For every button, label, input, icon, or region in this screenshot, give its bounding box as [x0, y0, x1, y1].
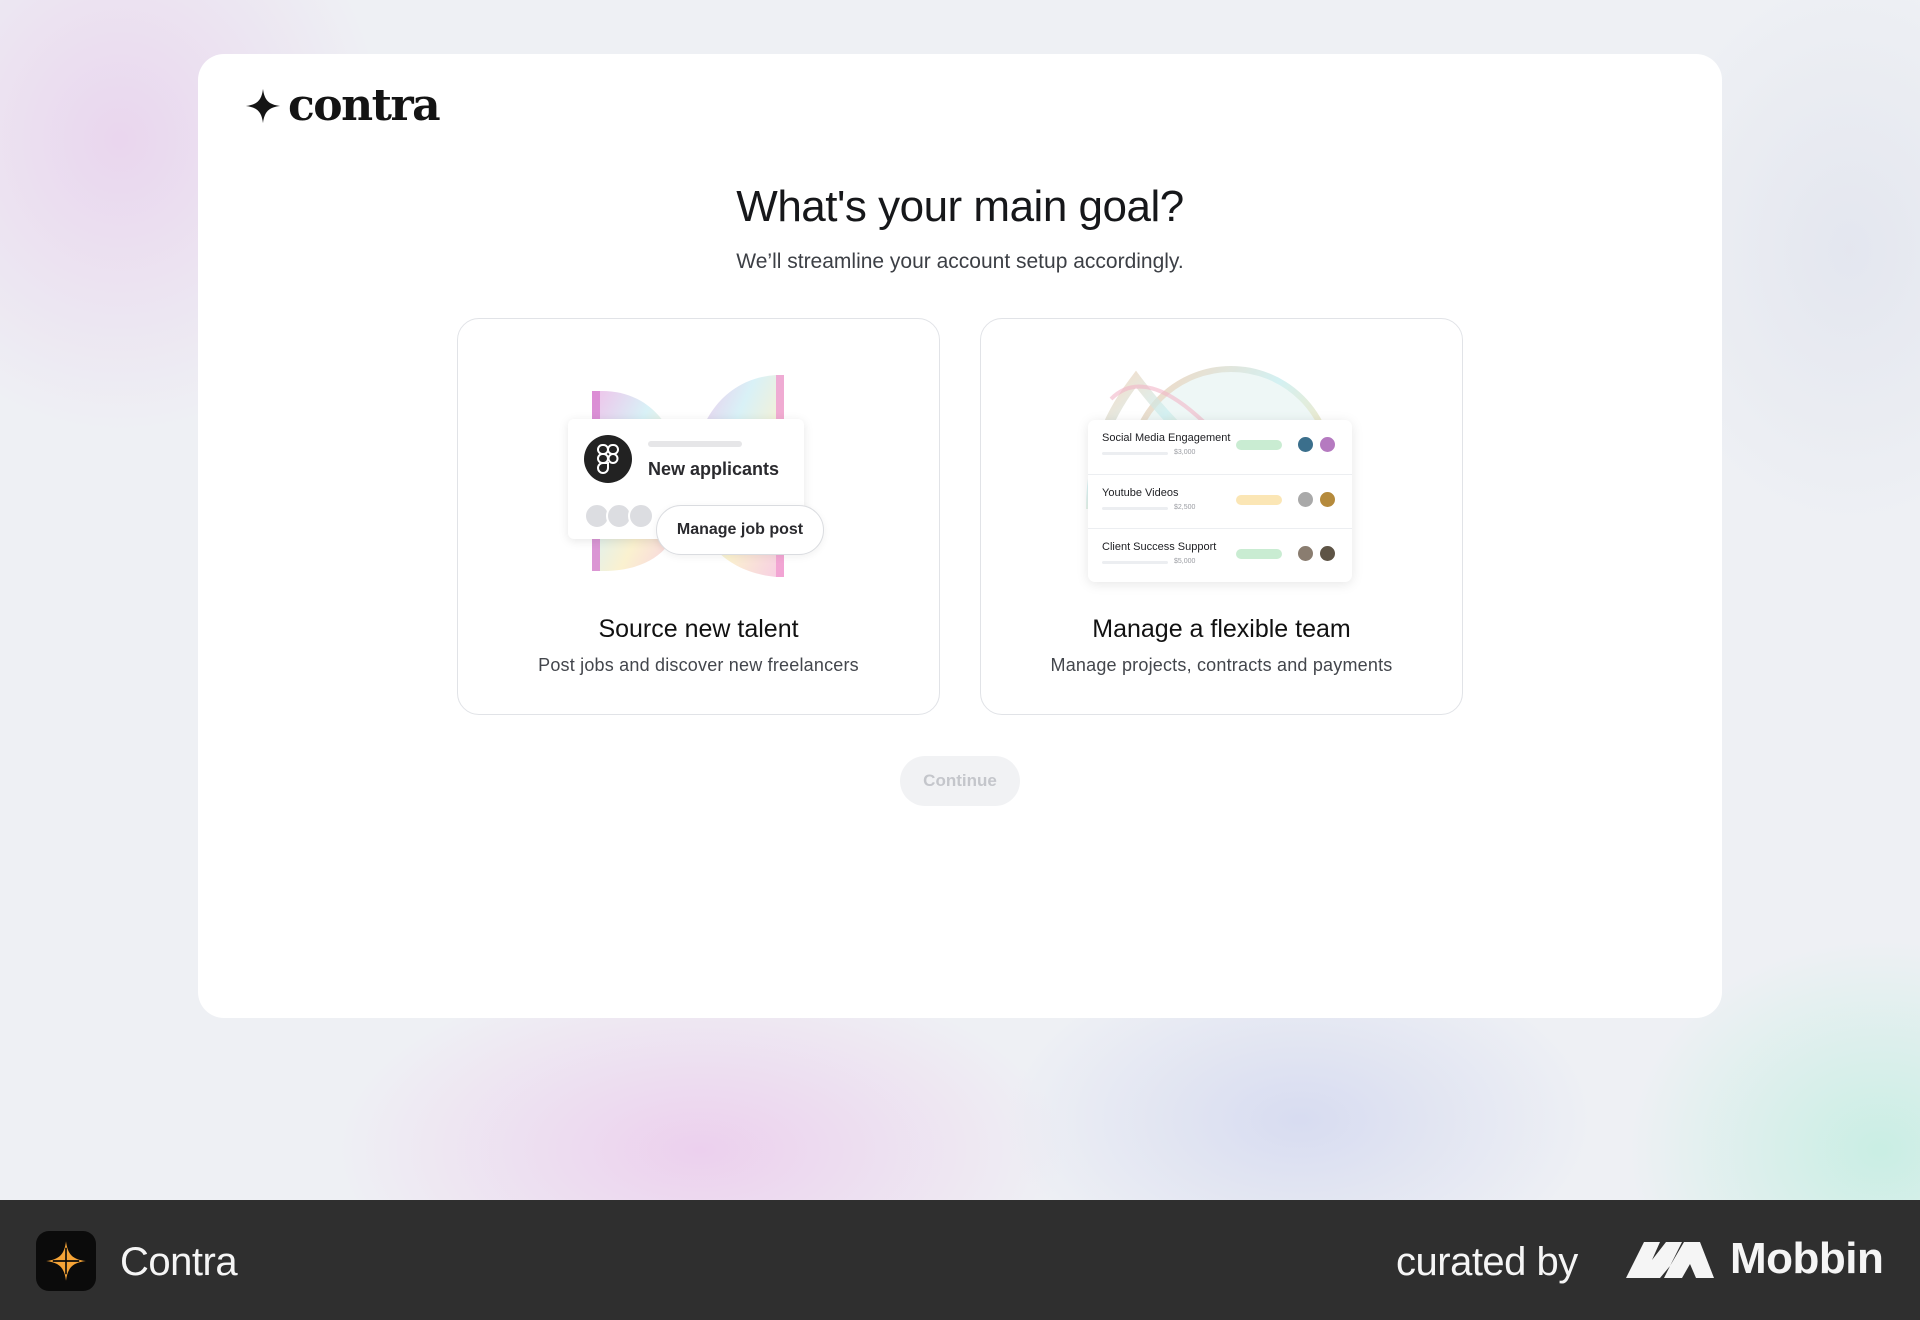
app-name: Contra — [120, 1240, 238, 1284]
onboarding-card: contra What's your main goal? We’ll stre… — [198, 54, 1722, 1018]
page-title: What's your main goal? — [736, 182, 1184, 231]
page-subtitle: We’ll streamline your account setup acco… — [736, 250, 1184, 273]
option-manage-flexible-team[interactable]: Social Media Engagement $3,000 Youtube V… — [980, 318, 1463, 715]
status-bar — [1236, 495, 1282, 505]
figma-icon — [584, 435, 632, 483]
project-amount: $5,000 — [1174, 558, 1196, 565]
manage-team-illustration: Social Media Engagement $3,000 Youtube V… — [981, 319, 1462, 609]
project-name: Client Success Support — [1102, 541, 1217, 553]
avatar — [1320, 546, 1335, 561]
project-amount: $3,000 — [1174, 449, 1196, 456]
project-row: Youtube Videos $2,500 — [1088, 474, 1352, 528]
contra-logo[interactable]: contra — [244, 80, 441, 131]
curated-by-label: curated by — [1396, 1240, 1578, 1284]
manage-job-post-pill: Manage job post — [656, 505, 824, 555]
projects-table-card: Social Media Engagement $3,000 Youtube V… — [1088, 420, 1352, 582]
avatar — [1298, 546, 1313, 561]
project-name: Youtube Videos — [1102, 487, 1179, 499]
status-bar — [1236, 440, 1282, 450]
footer-bar: Contra curated by Mobbin — [0, 1200, 1920, 1320]
placeholder-line — [1102, 561, 1168, 564]
option-description: Manage projects, contracts and payments — [1050, 655, 1393, 675]
logo-text: contra — [288, 80, 441, 131]
new-applicants-label: New applicants — [648, 459, 780, 479]
option-description: Post jobs and discover new freelancers — [538, 655, 859, 675]
source-talent-illustration: New applicants Manage job post — [458, 319, 939, 609]
project-row: Client Success Support $5,000 — [1088, 528, 1352, 582]
avatar — [1298, 492, 1313, 507]
placeholder-line — [648, 441, 742, 447]
project-name: Social Media Engagement — [1102, 432, 1231, 444]
mobbin-wordmark: Mobbin — [1730, 1234, 1884, 1283]
option-source-new-talent[interactable]: New applicants Manage job post Source ne… — [457, 318, 940, 715]
project-row: Social Media Engagement $3,000 — [1088, 420, 1352, 474]
placeholder-line — [1102, 452, 1168, 455]
placeholder-line — [1102, 507, 1168, 510]
avatar — [1320, 437, 1335, 452]
contra-app-icon — [36, 1231, 96, 1291]
option-title: Manage a flexible team — [1092, 615, 1351, 643]
avatar — [1298, 437, 1313, 452]
option-title: Source new talent — [598, 615, 799, 643]
sparkle-star-icon — [245, 88, 281, 124]
project-amount: $2,500 — [1174, 504, 1196, 511]
avatar — [1320, 492, 1335, 507]
applicant-avatar — [628, 503, 654, 529]
mobbin-logo-icon — [1626, 1242, 1714, 1278]
status-bar — [1236, 549, 1282, 559]
continue-button[interactable]: Continue — [900, 756, 1020, 806]
